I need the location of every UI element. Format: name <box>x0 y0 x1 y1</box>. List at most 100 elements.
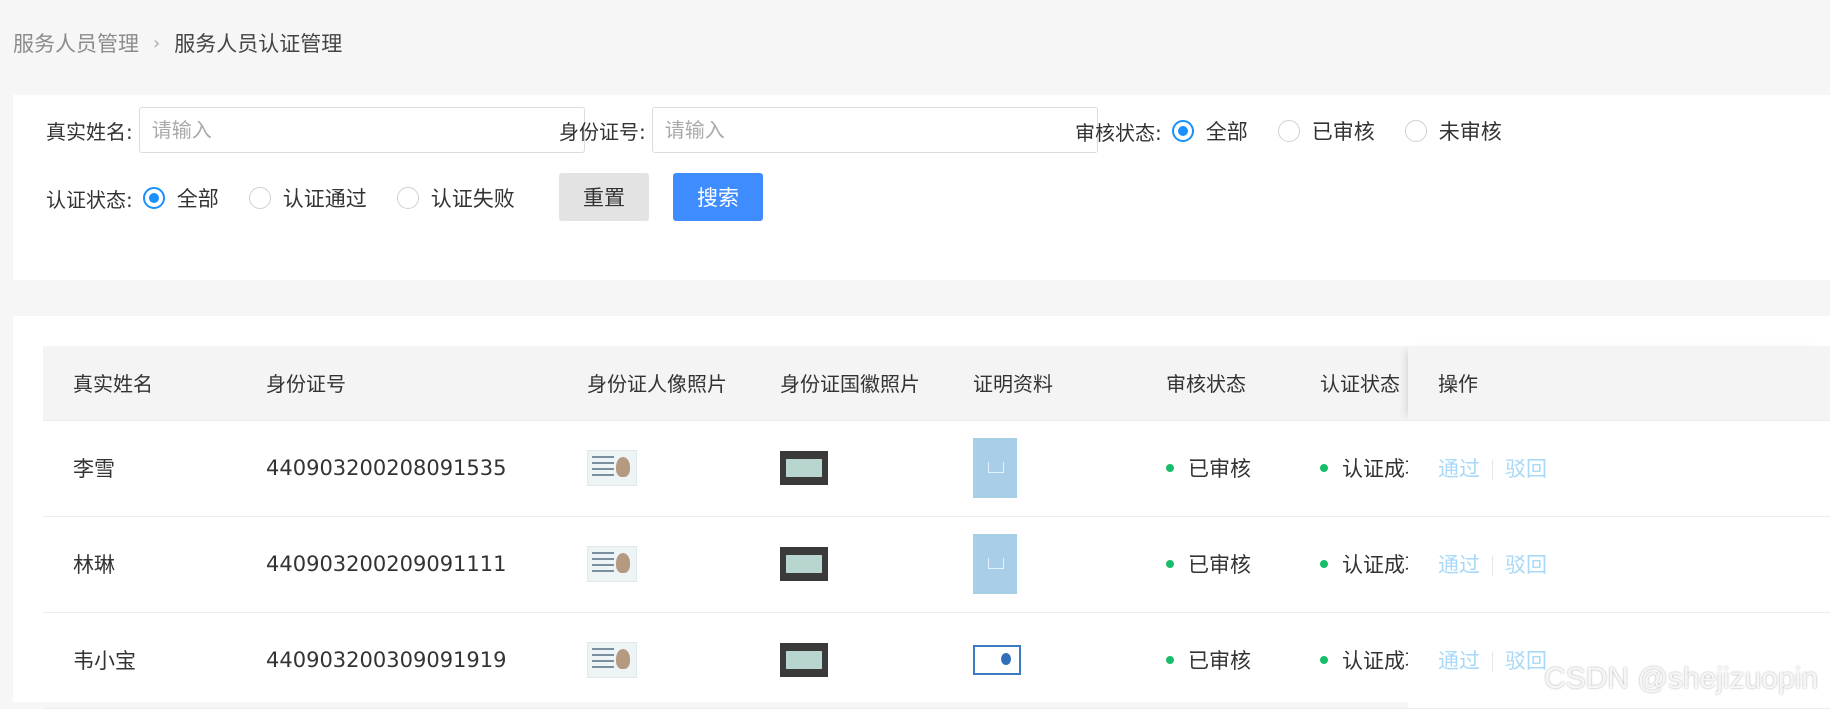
cell-proof-documents <box>943 516 1136 613</box>
reject-link[interactable]: 驳回 <box>1505 457 1547 481</box>
radio-unchecked-icon <box>248 187 271 209</box>
column-header-review-status: 审核状态 <box>1136 346 1290 421</box>
real-name-input[interactable] <box>138 107 585 153</box>
cell-id-back-photo <box>750 612 943 709</box>
cell-review-status: 已审核 <box>1136 516 1290 613</box>
breadcrumb-current: 服务人员认证管理 <box>174 32 343 56</box>
auth-status-failed-radio[interactable]: 认证失败 <box>396 183 515 213</box>
id-front-thumbnail[interactable] <box>587 546 637 582</box>
auth-status-radio-group: 全部 认证通过 认证失败 <box>142 183 545 213</box>
reject-link[interactable]: 驳回 <box>1505 553 1547 577</box>
approve-link[interactable]: 通过 <box>1438 457 1480 481</box>
id-back-thumbnail[interactable] <box>780 451 828 485</box>
auth-status-text: 认证成功 <box>1342 457 1408 481</box>
radio-unchecked-icon <box>396 187 419 209</box>
column-header-actions: 操作 <box>1408 346 1830 421</box>
auth-status-all-radio[interactable]: 全部 <box>142 183 219 213</box>
radio-checked-icon <box>1171 120 1194 142</box>
cell-proof-documents <box>943 420 1136 517</box>
id-front-thumbnail[interactable] <box>587 642 637 678</box>
cell-actions: 通过 驳回 <box>1408 612 1830 709</box>
action-divider <box>1492 652 1493 672</box>
auth-status-text: 认证成功 <box>1342 553 1408 577</box>
breadcrumb: 服务人员管理 › 服务人员认证管理 <box>13 28 342 58</box>
search-button[interactable]: 搜索 <box>673 173 763 221</box>
status-dot-icon <box>1320 656 1328 664</box>
table-header-row: 真实姓名 身份证号 身份证人像照片 身份证国徽照片 证明资料 审核状态 认证状态… <box>43 346 1830 421</box>
id-back-thumbnail[interactable] <box>780 643 828 677</box>
cell-id-back-photo <box>750 420 943 517</box>
action-divider <box>1492 460 1493 480</box>
proof-document-thumbnail[interactable] <box>973 438 1017 498</box>
approve-link[interactable]: 通过 <box>1438 553 1480 577</box>
status-dot-icon <box>1320 560 1328 568</box>
id-back-thumbnail[interactable] <box>780 547 828 581</box>
cell-id-number: 440903200309091919 <box>236 612 557 709</box>
radio-unchecked-icon <box>1277 120 1300 142</box>
breadcrumb-parent[interactable]: 服务人员管理 <box>13 28 139 58</box>
auth-status-label: 认证状态: <box>46 187 133 212</box>
id-number-label: 身份证号: <box>559 119 646 144</box>
auth-status-passed-radio[interactable]: 认证通过 <box>248 183 367 213</box>
certification-table: 真实姓名 身份证号 身份证人像照片 身份证国徽照片 证明资料 审核状态 认证状态… <box>43 346 1830 709</box>
table-row: 李雪 440903200208091535 已审核 认证成功 通过 驳回 <box>43 420 1830 517</box>
column-header-id-back-photo: 身份证国徽照片 <box>750 346 943 421</box>
review-status-unreviewed-radio[interactable]: 未审核 <box>1404 116 1502 146</box>
column-header-proof-documents: 证明资料 <box>943 346 1136 421</box>
status-dot-icon <box>1320 464 1328 472</box>
status-dot-icon <box>1166 560 1174 568</box>
cell-auth-status: 认证成功 <box>1290 516 1408 613</box>
chevron-right-icon: › <box>153 32 161 54</box>
cell-id-number: 440903200208091535 <box>236 420 557 517</box>
table-row: 林琳 440903200209091111 已审核 认证成功 通过 驳回 <box>43 516 1830 613</box>
filter-panel: 真实姓名: 身份证号: 审核状态: 全部 已审核 未审核 认证状态: <box>13 95 1830 280</box>
reset-button[interactable]: 重置 <box>559 173 649 221</box>
review-status-filter: 审核状态: 全部 已审核 未审核 <box>1075 116 1532 146</box>
cell-review-status: 已审核 <box>1136 612 1290 709</box>
review-status-all-radio[interactable]: 全部 <box>1171 116 1248 146</box>
table-panel: 真实姓名 身份证号 身份证人像照片 身份证国徽照片 证明资料 审核状态 认证状态… <box>13 316 1830 709</box>
cell-id-front-photo <box>557 612 750 709</box>
column-header-real-name: 真实姓名 <box>43 346 236 421</box>
proof-document-thumbnail[interactable] <box>973 534 1017 594</box>
id-number-filter: 身份证号: <box>559 107 1098 153</box>
cell-real-name: 李雪 <box>43 420 236 517</box>
review-status-radio-group: 全部 已审核 未审核 <box>1171 116 1532 146</box>
proof-document-thumbnail[interactable] <box>973 645 1021 675</box>
review-status-reviewed-radio[interactable]: 已审核 <box>1277 116 1375 146</box>
cell-actions: 通过 驳回 <box>1408 420 1830 517</box>
cell-auth-status: 认证成功 <box>1290 612 1408 709</box>
review-status-text: 已审核 <box>1188 649 1251 673</box>
filter-actions: 重置 搜索 <box>559 173 763 221</box>
cell-proof-documents <box>943 612 1136 709</box>
table-row: 韦小宝 440903200309091919 已审核 认证成功 通过 驳回 <box>43 612 1830 709</box>
radio-unchecked-icon <box>1404 120 1427 142</box>
review-status-text: 已审核 <box>1188 457 1251 481</box>
approve-link[interactable]: 通过 <box>1438 649 1480 673</box>
reject-link[interactable]: 驳回 <box>1505 649 1547 673</box>
radio-checked-icon <box>142 187 165 209</box>
cell-id-number: 440903200209091111 <box>236 516 557 613</box>
action-divider <box>1492 556 1493 576</box>
cell-review-status: 已审核 <box>1136 420 1290 517</box>
cell-id-back-photo <box>750 516 943 613</box>
review-status-label: 审核状态: <box>1075 120 1162 145</box>
column-header-id-number: 身份证号 <box>236 346 557 421</box>
cell-id-front-photo <box>557 420 750 517</box>
cell-real-name: 林琳 <box>43 516 236 613</box>
real-name-label: 真实姓名: <box>46 119 133 144</box>
id-number-input[interactable] <box>651 107 1098 153</box>
status-dot-icon <box>1166 464 1174 472</box>
review-status-text: 已审核 <box>1188 553 1251 577</box>
column-header-auth-status: 认证状态 <box>1290 346 1408 421</box>
cell-auth-status: 认证成功 <box>1290 420 1408 517</box>
column-header-id-front-photo: 身份证人像照片 <box>557 346 750 421</box>
cell-real-name: 韦小宝 <box>43 612 236 709</box>
cell-id-front-photo <box>557 516 750 613</box>
auth-status-filter: 认证状态: 全部 认证通过 认证失败 <box>46 183 545 213</box>
real-name-filter: 真实姓名: <box>46 107 585 153</box>
cell-actions: 通过 驳回 <box>1408 516 1830 613</box>
id-front-thumbnail[interactable] <box>587 450 637 486</box>
auth-status-text: 认证成功 <box>1342 649 1408 673</box>
status-dot-icon <box>1166 656 1174 664</box>
